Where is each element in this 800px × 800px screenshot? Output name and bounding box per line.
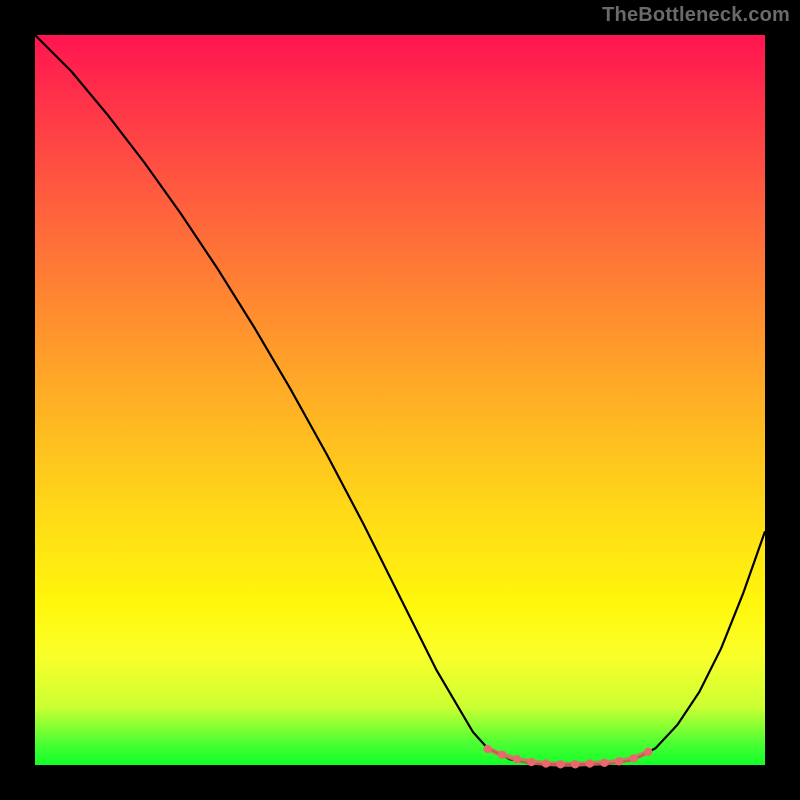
optimal-range-dot bbox=[644, 748, 652, 756]
optimal-range-dot bbox=[483, 745, 491, 753]
optimal-range-markers bbox=[483, 745, 652, 769]
optimal-range-dot bbox=[586, 759, 594, 767]
optimal-range-dot bbox=[615, 757, 623, 765]
plot-area bbox=[35, 35, 765, 765]
optimal-range-dot bbox=[556, 760, 564, 768]
optimal-range-dot bbox=[542, 759, 550, 767]
optimal-range-dot bbox=[571, 760, 579, 768]
optimal-range-dot bbox=[498, 751, 506, 759]
curve-svg bbox=[35, 35, 765, 765]
chart-frame: TheBottleneck.com bbox=[0, 0, 800, 800]
bottleneck-curve bbox=[35, 35, 765, 764]
optimal-range-dot bbox=[527, 758, 535, 766]
watermark-text: TheBottleneck.com bbox=[602, 4, 790, 27]
optimal-range-dot bbox=[629, 754, 637, 762]
optimal-range-dot bbox=[600, 759, 608, 767]
optimal-range-dot bbox=[513, 755, 521, 763]
